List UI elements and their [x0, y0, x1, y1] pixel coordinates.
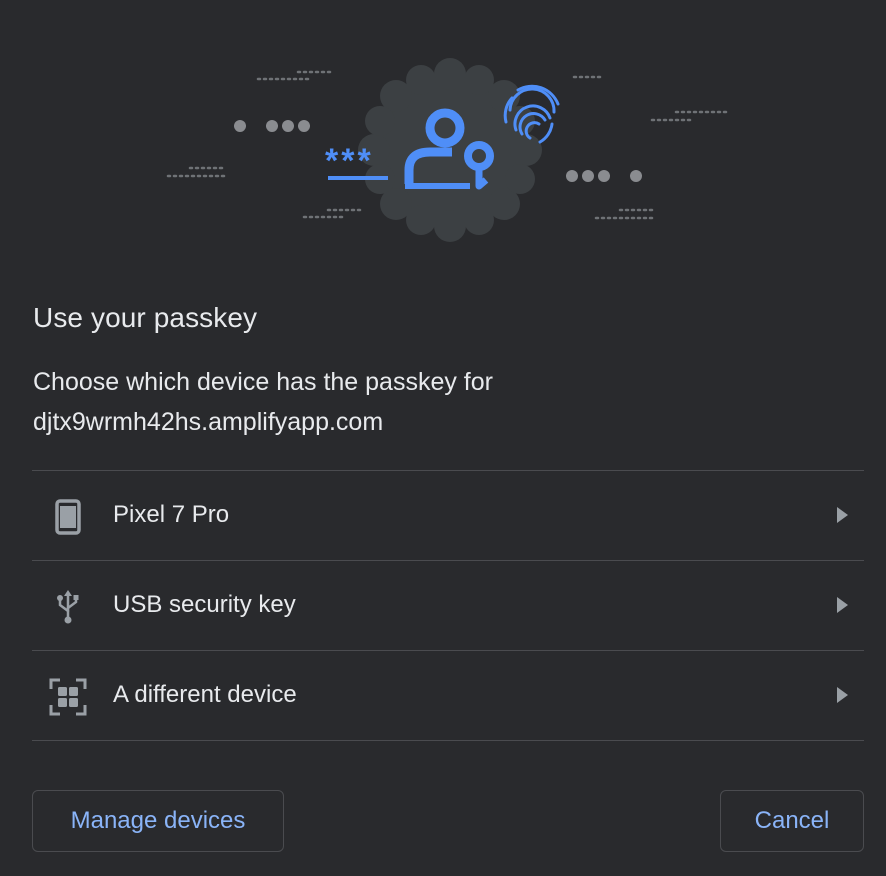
device-item-usb[interactable]: USB security key: [32, 561, 864, 651]
device-label: Pixel 7 Pro: [113, 501, 230, 528]
chevron-right-icon: [837, 507, 848, 523]
decor-dots-left: [234, 120, 310, 132]
chevron-right-icon: [837, 597, 848, 613]
password-underline: [328, 176, 388, 180]
passkey-illustration: ***: [166, 58, 730, 242]
description-domain: djtx9wrmh42hs.amplifyapp.com: [33, 408, 384, 436]
chevron-right-icon: [837, 687, 848, 703]
device-item-other[interactable]: A different device: [32, 651, 864, 741]
device-label: USB security key: [113, 591, 296, 618]
password-mask: ***: [325, 142, 374, 180]
qr-code-icon: [48, 677, 88, 717]
dialog-title: Use your passkey: [33, 302, 258, 333]
passkey-dialog: *** Use your passkey Choose which device…: [0, 0, 886, 876]
manage-devices-button[interactable]: Manage devices: [32, 790, 284, 852]
cancel-button[interactable]: Cancel: [720, 790, 864, 852]
description-text: Choose which device has the passkey for: [33, 368, 493, 396]
dialog-description: Choose which device has the passkey for …: [33, 362, 853, 442]
device-label: A different device: [113, 681, 297, 708]
decor-dots-right: [566, 170, 642, 182]
usb-icon: [48, 587, 88, 627]
device-item-pixel[interactable]: Pixel 7 Pro: [32, 471, 864, 561]
phone-icon: [48, 497, 88, 537]
device-list: Pixel 7 Pro USB security key A different…: [32, 470, 864, 741]
